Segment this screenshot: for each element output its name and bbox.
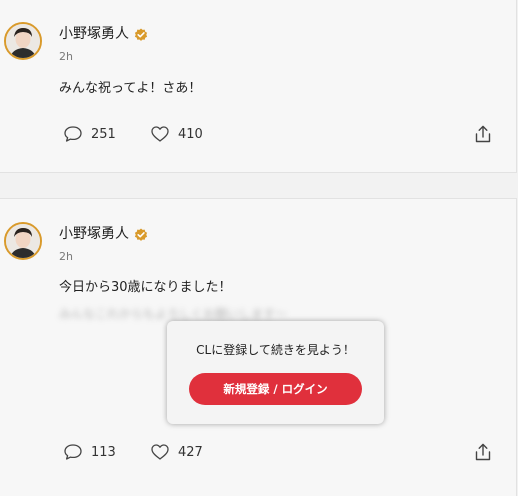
comment-count: 113	[91, 444, 116, 460]
share-icon[interactable]	[473, 442, 493, 462]
signup-login-button[interactable]: 新規登録 / ログイン	[189, 373, 362, 405]
avatar[interactable]	[4, 222, 42, 260]
post-text: 今日から30歳になりました！	[59, 280, 232, 295]
verified-badge-icon	[134, 28, 148, 41]
comment-icon	[64, 444, 82, 460]
post-time: 2h	[59, 50, 73, 63]
heart-icon	[151, 444, 169, 460]
verified-badge-icon	[134, 228, 148, 241]
avatar[interactable]	[4, 22, 42, 60]
post-time: 2h	[59, 250, 73, 263]
comment-button[interactable]: 113	[63, 443, 116, 461]
heart-icon	[151, 126, 169, 142]
blurred-post-text: みんなこれからもよろしくお願いします〜	[59, 307, 288, 321]
like-count: 427	[178, 444, 203, 460]
post-text: みんな祝ってよ！さあ！	[59, 81, 202, 96]
author-name[interactable]: 小野塚勇人	[59, 226, 129, 242]
post-card[interactable]: 小野塚勇人 2h みんな祝ってよ！さあ！ 251 410	[0, 0, 517, 173]
comment-icon	[64, 126, 82, 142]
comment-count: 251	[91, 126, 116, 142]
like-button[interactable]: 410	[150, 125, 203, 143]
like-count: 410	[178, 126, 203, 142]
share-icon[interactable]	[473, 124, 493, 144]
login-prompt-popup: CLに登録して続きを見よう！ 新規登録 / ログイン	[167, 321, 384, 424]
login-prompt-message: CLに登録して続きを見よう！	[196, 343, 355, 357]
comment-button[interactable]: 251	[63, 125, 116, 143]
like-button[interactable]: 427	[150, 443, 203, 461]
author-name[interactable]: 小野塚勇人	[59, 26, 129, 42]
